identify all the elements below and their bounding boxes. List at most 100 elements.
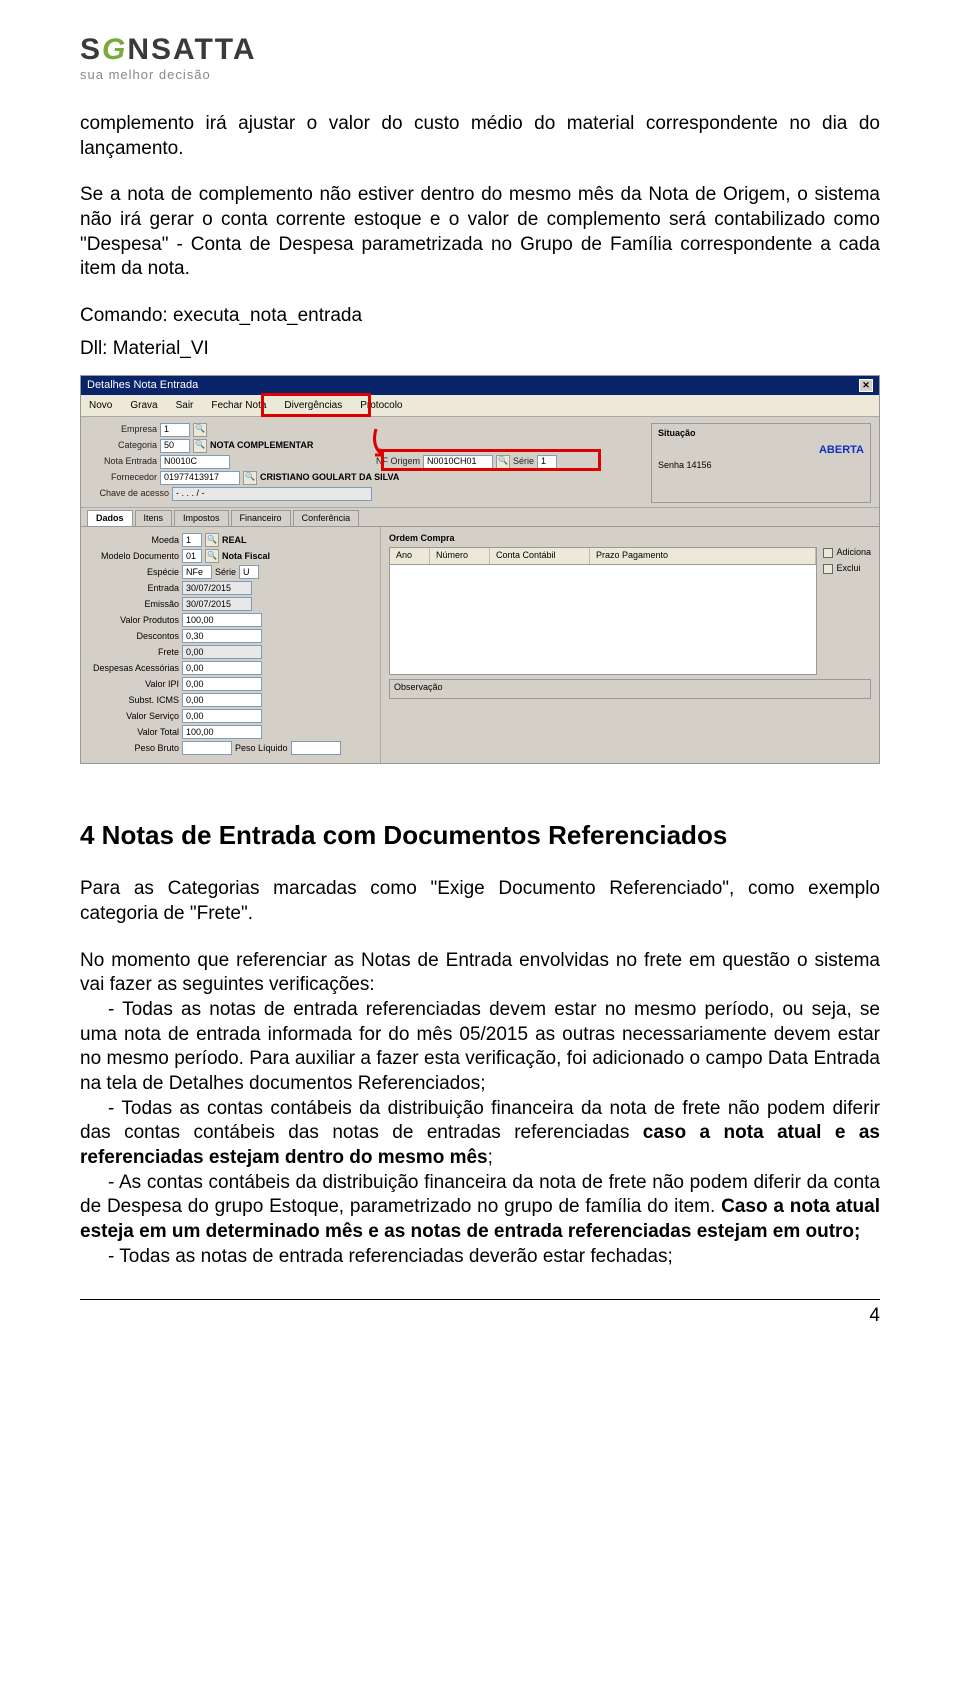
frete-input[interactable]: 0,00 bbox=[182, 645, 262, 659]
serie2-label: Série bbox=[215, 567, 236, 579]
fornecedor-input[interactable]: 01977413917 bbox=[160, 471, 240, 485]
col-ano: Ano bbox=[390, 548, 430, 564]
command-line-1: Comando: executa_nota_entrada bbox=[80, 304, 880, 329]
window-title: Detalhes Nota Entrada bbox=[87, 378, 198, 392]
serie2-input[interactable]: U bbox=[239, 565, 259, 579]
categoria-label: Categoria bbox=[89, 440, 157, 452]
search-icon[interactable]: 🔍 bbox=[243, 471, 257, 485]
emissao-input[interactable]: 30/07/2015 bbox=[182, 597, 252, 611]
tab-dados[interactable]: Dados bbox=[87, 510, 133, 527]
s4-p1: Para as Categorias marcadas como "Exige … bbox=[80, 877, 880, 926]
window-titlebar: Detalhes Nota Entrada ✕ bbox=[81, 376, 879, 394]
modelo-desc: Nota Fiscal bbox=[222, 551, 270, 563]
frete-label: Frete bbox=[89, 647, 179, 659]
despa-input[interactable]: 0,00 bbox=[182, 661, 262, 675]
logo-tagline: sua melhor decisão bbox=[80, 67, 880, 84]
situacao-senha: Senha 14156 bbox=[658, 460, 864, 472]
pliq-input[interactable] bbox=[291, 741, 341, 755]
command-line-2: Dll: Material_VI bbox=[80, 337, 880, 362]
minus-icon bbox=[823, 564, 833, 574]
search-icon[interactable]: 🔍 bbox=[205, 533, 219, 547]
col-numero: Número bbox=[430, 548, 490, 564]
categoria-input[interactable]: 50 bbox=[160, 439, 190, 453]
logo: SGNSATTA sua melhor decisão bbox=[80, 30, 880, 84]
moeda-desc: REAL bbox=[222, 535, 247, 547]
modelo-label: Modelo Documento bbox=[89, 551, 179, 563]
plus-icon bbox=[823, 548, 833, 558]
toolbar-novo[interactable]: Novo bbox=[89, 399, 112, 412]
pliq-label: Peso Líquido bbox=[235, 743, 288, 755]
col-conta: Conta Contábil bbox=[490, 548, 590, 564]
modelo-input[interactable]: 01 bbox=[182, 549, 202, 563]
fornecedor-label: Fornecedor bbox=[89, 472, 157, 484]
adiciona-button[interactable]: Adiciona bbox=[823, 547, 871, 559]
subs-input[interactable]: 0,00 bbox=[182, 693, 262, 707]
search-icon[interactable]: 🔍 bbox=[193, 439, 207, 453]
categoria-desc: NOTA COMPLEMENTAR bbox=[210, 440, 313, 452]
grid-body[interactable] bbox=[389, 565, 817, 675]
form-header: Empresa 1 🔍 Categoria 50 🔍 NOTA COMPLEME… bbox=[81, 417, 879, 508]
observacao-box: Observação bbox=[389, 679, 871, 699]
vprod-input[interactable]: 100,00 bbox=[182, 613, 262, 627]
highlight-box-nforigem bbox=[381, 449, 601, 471]
tab-strip: Dados Itens Impostos Financeiro Conferên… bbox=[81, 508, 879, 527]
toolbar-grava[interactable]: Grava bbox=[130, 399, 157, 412]
chave-label: Chave de acesso bbox=[89, 488, 169, 500]
footer-rule bbox=[80, 1299, 880, 1300]
especie-label: Espécie bbox=[89, 567, 179, 579]
tab-conferencia[interactable]: Conferência bbox=[293, 510, 360, 527]
especie-input[interactable]: NFe bbox=[182, 565, 212, 579]
form-body: Moeda1🔍REAL Modelo Documento01🔍Nota Fisc… bbox=[81, 526, 879, 763]
window-toolbar: Novo Grava Sair Fechar Nota Divergências… bbox=[81, 395, 879, 417]
col-prazo: Prazo Pagamento bbox=[590, 548, 816, 564]
grid-header: Ano Número Conta Contábil Prazo Pagament… bbox=[389, 547, 817, 565]
section-4-heading: 4 Notas de Entrada com Documentos Refere… bbox=[80, 819, 880, 853]
desc-label: Descontos bbox=[89, 631, 179, 643]
vipi-label: Valor IPI bbox=[89, 679, 179, 691]
s4-bullet-4: - Todas as notas de entrada referenciada… bbox=[80, 1245, 880, 1270]
emissao-label: Emissão bbox=[89, 599, 179, 611]
highlight-box-fechar bbox=[261, 393, 371, 417]
page-number: 4 bbox=[80, 1304, 880, 1329]
moeda-input[interactable]: 1 bbox=[182, 533, 202, 547]
situacao-status: ABERTA bbox=[658, 443, 864, 457]
vprod-label: Valor Produtos bbox=[89, 615, 179, 627]
fornecedor-desc: CRISTIANO GOULART DA SILVA bbox=[260, 472, 399, 484]
highlight-arrow bbox=[371, 427, 401, 462]
toolbar-fechar-nota[interactable]: Fechar Nota bbox=[211, 399, 266, 412]
entrada-label: Entrada bbox=[89, 583, 179, 595]
tab-impostos[interactable]: Impostos bbox=[174, 510, 229, 527]
vserv-input[interactable]: 0,00 bbox=[182, 709, 262, 723]
notaentrada-input[interactable]: N0010C bbox=[160, 455, 230, 469]
vserv-label: Valor Serviço bbox=[89, 711, 179, 723]
close-icon[interactable]: ✕ bbox=[859, 379, 873, 392]
paragraph-1: complemento irá ajustar o valor do custo… bbox=[80, 112, 880, 161]
empresa-input[interactable]: 1 bbox=[160, 423, 190, 437]
embedded-screenshot: Detalhes Nota Entrada ✕ Novo Grava Sair … bbox=[80, 375, 880, 764]
search-icon[interactable]: 🔍 bbox=[193, 423, 207, 437]
notaentrada-label: Nota Entrada bbox=[89, 456, 157, 468]
toolbar-sair[interactable]: Sair bbox=[176, 399, 194, 412]
subs-label: Subst. ICMS bbox=[89, 695, 179, 707]
logo-brand: SGNSATTA bbox=[80, 30, 880, 69]
ordem-compra-label: Ordem Compra bbox=[389, 533, 871, 545]
vtotal-label: Valor Total bbox=[89, 727, 179, 739]
pbruto-label: Peso Bruto bbox=[89, 743, 179, 755]
tab-financeiro[interactable]: Financeiro bbox=[231, 510, 291, 527]
situacao-box: Situação ABERTA Senha 14156 bbox=[651, 423, 871, 503]
vtotal-input[interactable]: 100,00 bbox=[182, 725, 262, 739]
chave-input[interactable]: - . . . / - bbox=[172, 487, 372, 501]
s4-bullet-1: - Todas as notas de entrada referenciada… bbox=[80, 998, 880, 1097]
vipi-input[interactable]: 0,00 bbox=[182, 677, 262, 691]
empresa-label: Empresa bbox=[89, 424, 157, 436]
s4-p2: No momento que referenciar as Notas de E… bbox=[80, 949, 880, 998]
entrada-input[interactable]: 30/07/2015 bbox=[182, 581, 252, 595]
exclui-button[interactable]: Exclui bbox=[823, 563, 871, 575]
search-icon[interactable]: 🔍 bbox=[205, 549, 219, 563]
despa-label: Despesas Acessórias bbox=[89, 663, 179, 675]
pbruto-input[interactable] bbox=[182, 741, 232, 755]
tab-itens[interactable]: Itens bbox=[135, 510, 173, 527]
situacao-title: Situação bbox=[658, 428, 864, 440]
desc-input[interactable]: 0,30 bbox=[182, 629, 262, 643]
s4-bullet-2: - Todas as contas contábeis da distribui… bbox=[80, 1097, 880, 1171]
